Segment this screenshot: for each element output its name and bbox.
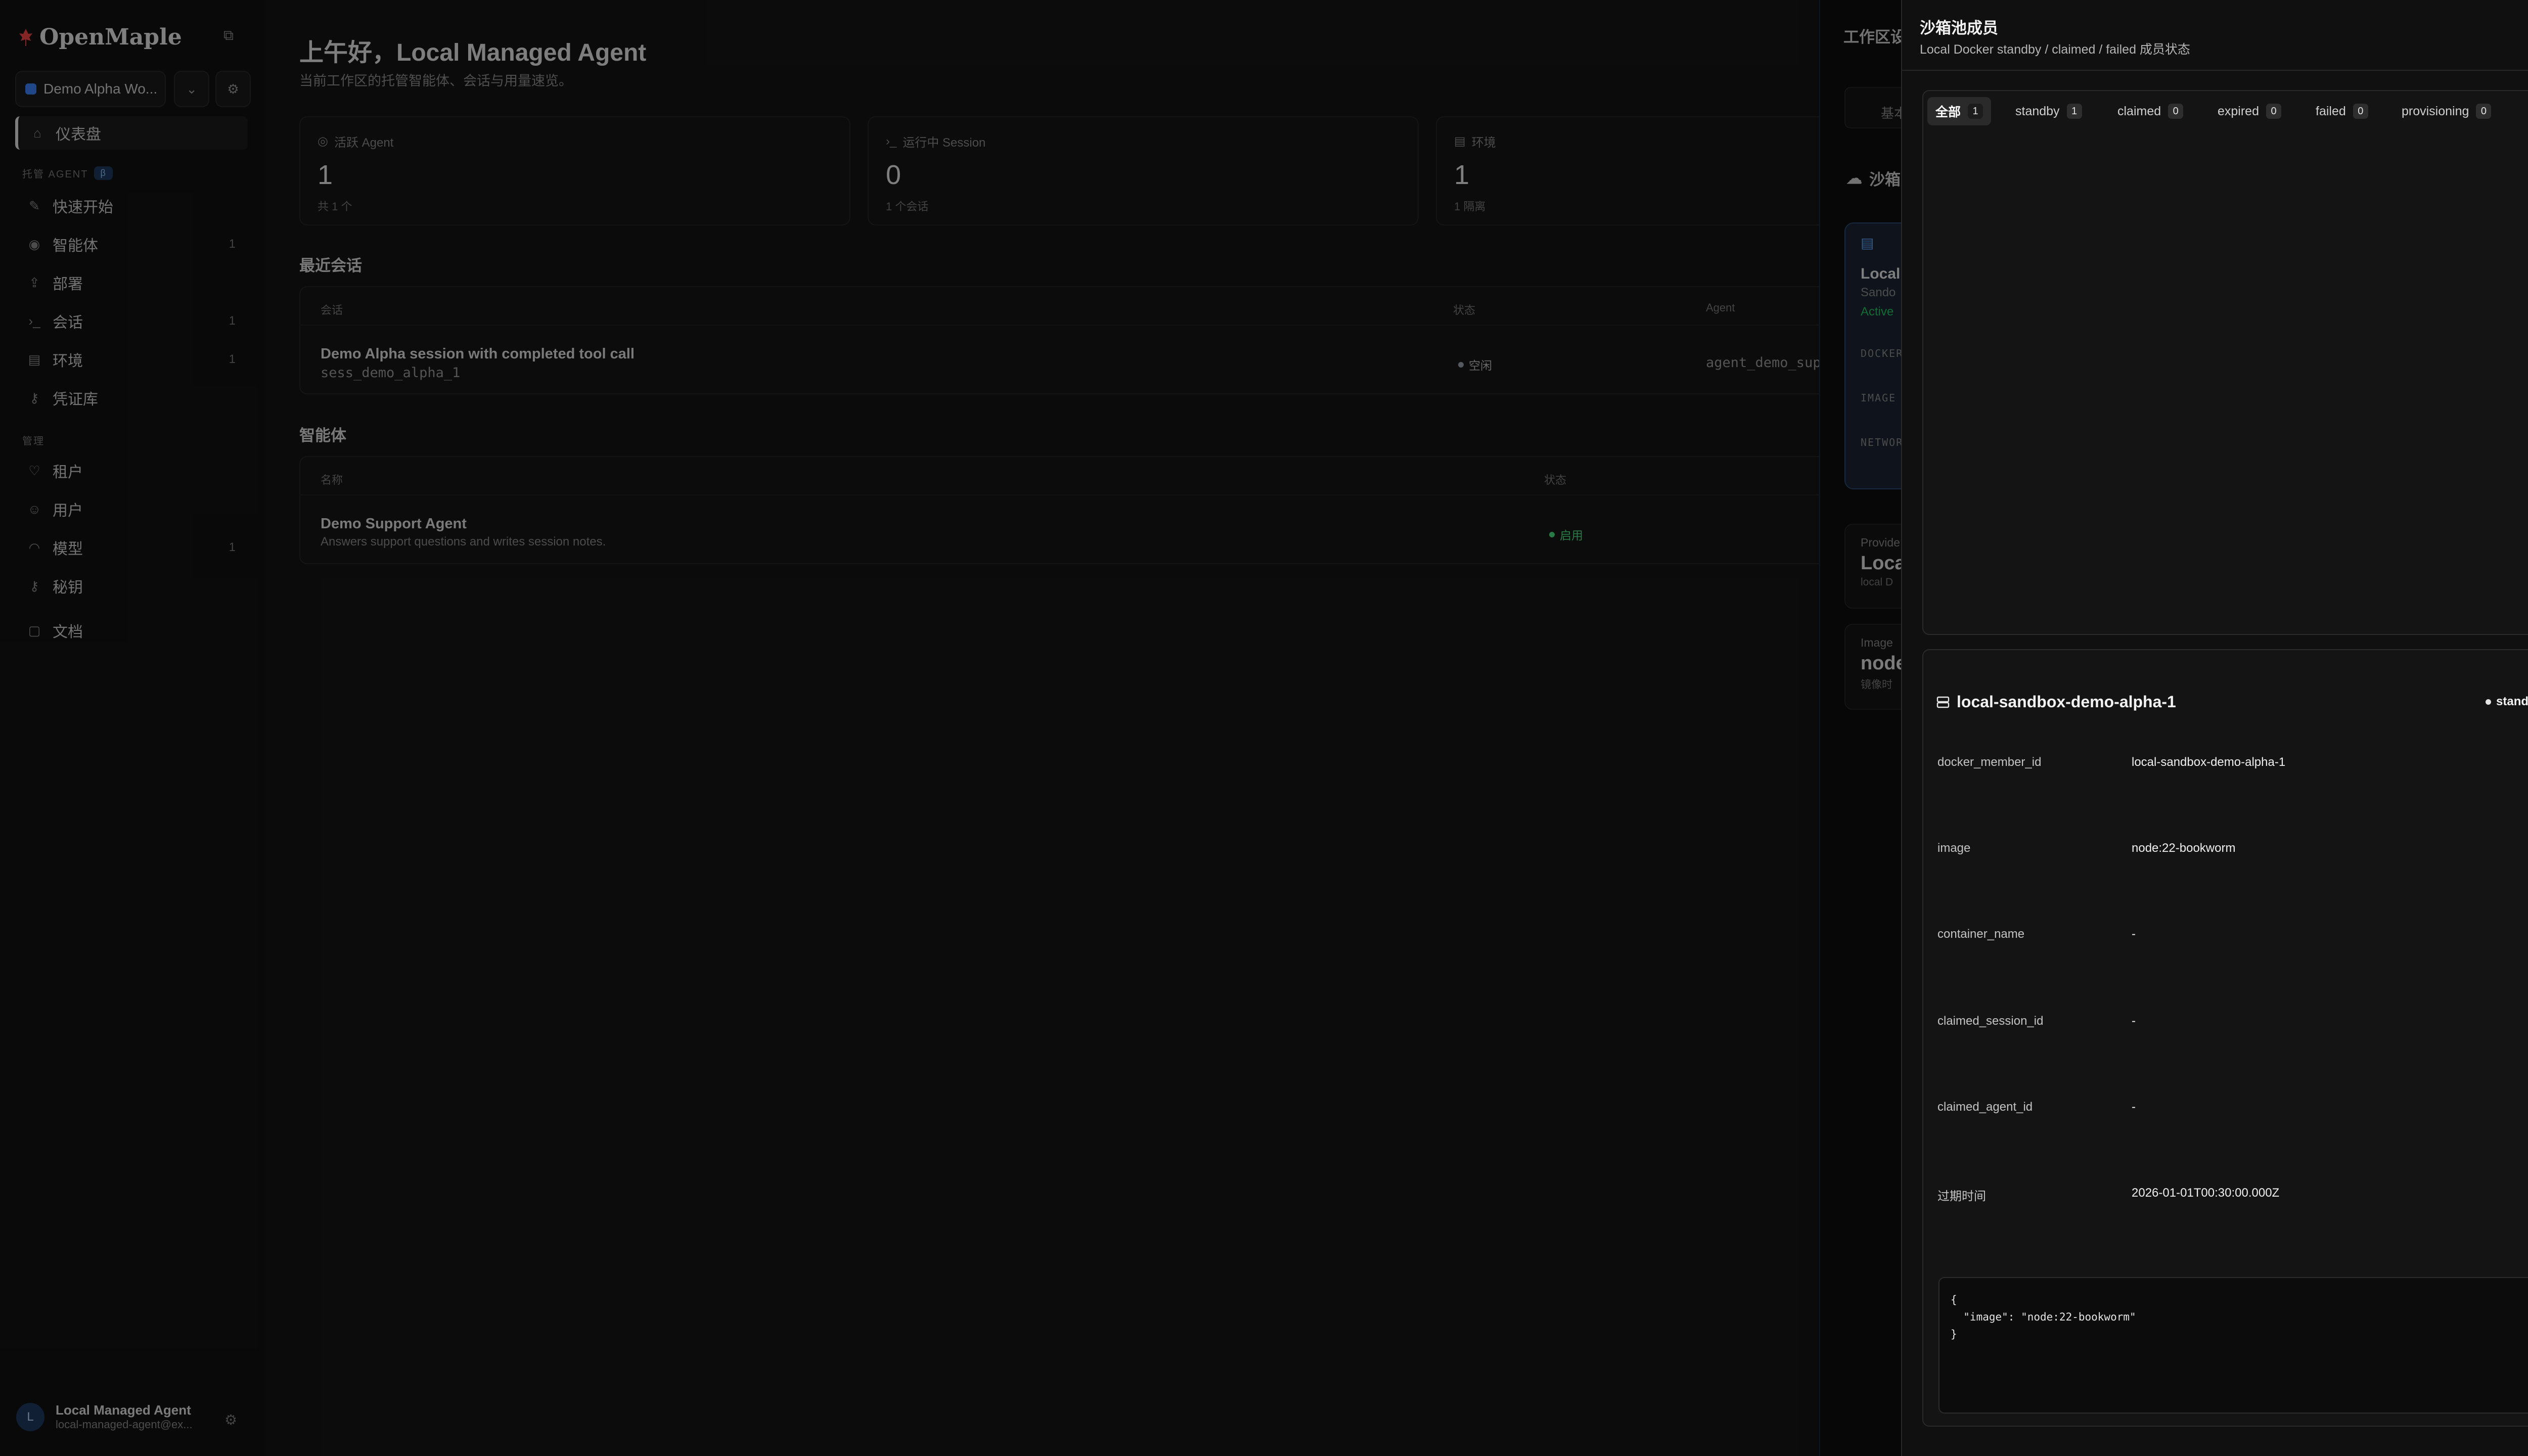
server-icon — [1936, 696, 1950, 708]
field-value: 2026-01-01T00:30:00.000Z — [2132, 1186, 2280, 1200]
filter-tab-all[interactable]: 全部 1 — [1927, 97, 1992, 125]
filter-count: 0 — [2168, 104, 2184, 119]
drawer-subtitle: Local Docker standby / claimed / failed … — [1920, 42, 2190, 57]
field-label: docker_member_id — [1937, 755, 2042, 769]
field-value: - — [2132, 1100, 2136, 1114]
field-label: 过期时间 — [1937, 1190, 1986, 1203]
modal-overlay[interactable] — [0, 0, 1901, 1456]
filter-label: failed — [2316, 104, 2346, 118]
filter-count: 0 — [2266, 104, 2281, 119]
member-name: local-sandbox-demo-alpha-1 — [1957, 693, 2176, 711]
filter-label: standby — [2015, 104, 2060, 118]
field-value: local-sandbox-demo-alpha-1 — [2132, 755, 2286, 769]
filter-count: 1 — [1968, 104, 1983, 119]
filter-tab-claimed[interactable]: claimed 0 — [2109, 97, 2191, 125]
filter-label: provisioning — [2402, 104, 2469, 118]
field-label: container_name — [1937, 927, 2025, 941]
member-header: local-sandbox-demo-alpha-1 — [1936, 693, 2176, 711]
status-dot-icon — [2486, 699, 2491, 705]
status-badge: standby — [2486, 695, 2528, 709]
filter-count: 0 — [2353, 104, 2368, 119]
filter-count: 1 — [2066, 104, 2082, 119]
filter-tab-expired[interactable]: expired 0 — [2209, 97, 2289, 125]
filter-label: 全部 — [1935, 105, 1961, 119]
field-label: claimed_session_id — [1937, 1014, 2044, 1028]
member-json-block: { "image": "node:22-bookworm" } — [1938, 1277, 2528, 1414]
filter-tab-failed[interactable]: failed 0 — [2308, 97, 2376, 125]
divider — [1901, 70, 2528, 71]
status-text: standby — [2496, 695, 2528, 708]
members-list-panel — [1922, 90, 2528, 635]
field-value: - — [2132, 927, 2136, 941]
json-code: { "image": "node:22-bookworm" } — [1951, 1294, 2136, 1340]
filter-tab-standby[interactable]: standby 1 — [2007, 97, 2090, 125]
filter-tab-provisioning[interactable]: provisioning 0 — [2394, 97, 2499, 125]
field-label: image — [1937, 841, 1971, 855]
filter-label: claimed — [2117, 104, 2161, 118]
field-label: claimed_agent_id — [1937, 1100, 2033, 1114]
filter-count: 0 — [2476, 104, 2492, 119]
field-value: - — [2132, 1014, 2136, 1028]
filter-label: expired — [2218, 104, 2259, 118]
drawer-title: 沙箱池成员 — [1920, 19, 1998, 37]
field-value: node:22-bookworm — [2132, 841, 2236, 855]
